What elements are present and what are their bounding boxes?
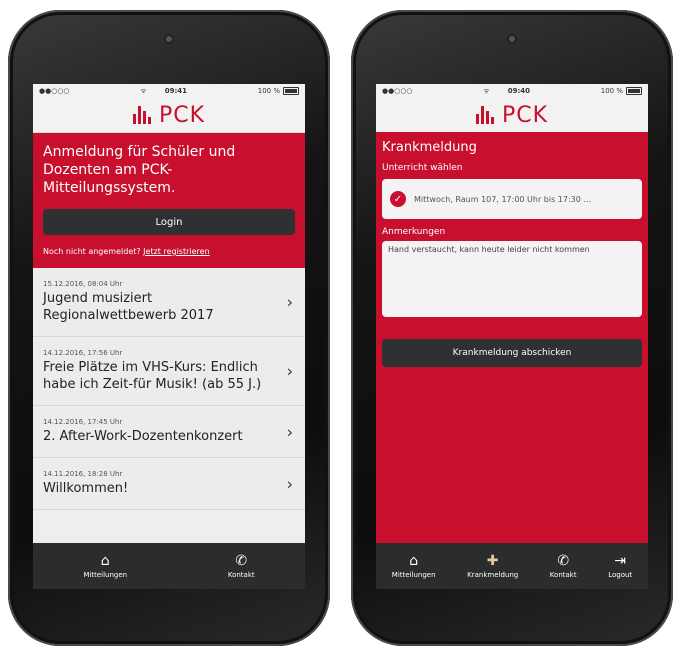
news-date: 14.12.2016, 17:45 Uhr [43,418,123,426]
login-panel: Anmeldung für Schüler und Dozenten am PC… [33,133,305,268]
chevron-right-icon: › [286,292,293,312]
speaker [166,36,172,42]
app-header: PCK [376,98,648,133]
home-icon: ⌂ [409,552,419,569]
lesson-label: Unterricht wählen [382,163,463,173]
tab-bar: ⌂ Mitteilungen ✚ Krankmeldung ✆ Kontakt … [376,543,648,589]
list-item[interactable]: 14.11.2016, 18:28 Uhr Willkommen! › [33,458,305,510]
clock: 09:40 [507,87,530,95]
chevron-right-icon: › [286,474,293,493]
list-item[interactable]: 15.12.2016, 08:04 Uhr Jugend musiziert R… [33,268,305,337]
submit-button[interactable]: Krankmeldung abschicken [382,339,642,367]
news-title: 2. After-Work-Dozentenkonzert [43,429,243,444]
home-icon: ⌂ [100,552,110,569]
tab-kontakt[interactable]: ✆ Kontakt [228,554,255,579]
tab-label: Kontakt [227,570,255,579]
news-title: Freie Plätze im VHS-Kurs: Endlich habe i… [43,360,262,392]
chevron-right-icon: › [286,361,293,381]
page-title: Krankmeldung [382,140,477,155]
medkit-icon: ✚ [486,552,499,569]
phone-right: ●●○○○ ᯤ 09:40 100 % PCK Krankmeldung Unt… [351,10,673,646]
logout-icon: ⇥ [614,552,627,569]
news-title: Jugend musiziert Regionalwettbewerb 2017 [43,291,214,323]
tab-label: Kontakt [549,570,577,579]
wifi-icon: ᯤ [140,86,147,95]
register-prompt: Noch nicht angemeldet? Jetzt registriere… [43,247,295,256]
tab-label: Mitteilungen [83,570,128,579]
news-date: 15.12.2016, 08:04 Uhr [43,280,123,288]
notes-field[interactable]: Hand verstaucht, kann heute leider nicht… [382,241,642,317]
battery-label: 100 % [257,87,280,95]
list-item[interactable]: 14.12.2016, 17:45 Uhr 2. After-Work-Doze… [33,406,305,458]
notes-label: Anmerkungen [382,227,446,237]
speaker [509,36,515,42]
lesson-value: Mittwoch, Raum 107, 17:00 Uhr bis 17:30 … [414,194,592,204]
signal-indicator: ●●○○○ [382,87,413,95]
register-prefix: Noch nicht angemeldet? [43,247,141,256]
list-item[interactable]: 14.12.2016, 17:56 Uhr Freie Plätze im VH… [33,337,305,406]
brand-name: PCK [158,102,206,128]
status-bar: ●●○○○ ᯤ 09:41 100 % [33,84,305,98]
sick-note-form: Krankmeldung Unterricht wählen ✓ Mittwoc… [376,132,648,543]
lesson-select[interactable]: ✓ Mittwoch, Raum 107, 17:00 Uhr bis 17:3… [382,179,642,219]
register-link[interactable]: Jetzt registrieren [143,247,209,256]
tab-label: Logout [608,570,633,579]
app-header: PCK [33,98,305,133]
login-headline: Anmeldung für Schüler und Dozenten am PC… [43,144,236,196]
battery-label: 100 % [600,87,623,95]
news-list: 15.12.2016, 08:04 Uhr Jugend musiziert R… [33,268,305,510]
brand-name: PCK [501,102,549,128]
clock: 09:41 [164,87,187,95]
pck-logo-icon [475,106,494,124]
tab-mitteilungen[interactable]: ⌂ Mitteilungen [83,554,127,579]
phone-icon: ✆ [557,552,570,569]
status-bar: ●●○○○ ᯤ 09:40 100 % [376,84,648,98]
news-title: Willkommen! [43,481,129,496]
news-date: 14.11.2016, 18:28 Uhr [43,470,123,478]
check-icon: ✓ [390,191,406,207]
battery-icon [283,87,299,95]
tab-bar: ⌂ Mitteilungen ✆ Kontakt [33,543,305,589]
tab-label: Mitteilungen [391,570,436,579]
screen-left: ●●○○○ ᯤ 09:41 100 % PCK Anmeldung für Sc… [33,84,305,589]
signal-indicator: ●●○○○ [39,87,70,95]
tab-krankmeldung[interactable]: ✚ Krankmeldung [467,554,518,579]
chevron-right-icon: › [286,422,293,441]
news-date: 14.12.2016, 17:56 Uhr [43,349,123,357]
login-button[interactable]: Login [43,209,295,235]
pck-logo-icon [132,106,151,124]
wifi-icon: ᯤ [483,86,490,95]
battery-icon [626,87,642,95]
tab-logout[interactable]: ⇥ Logout [608,554,632,579]
phone-left: ●●○○○ ᯤ 09:41 100 % PCK Anmeldung für Sc… [8,10,330,646]
screen-right: ●●○○○ ᯤ 09:40 100 % PCK Krankmeldung Unt… [376,84,648,589]
tab-mitteilungen[interactable]: ⌂ Mitteilungen [392,554,436,579]
phone-icon: ✆ [235,552,248,569]
tab-kontakt[interactable]: ✆ Kontakt [550,554,577,579]
tab-label: Krankmeldung [467,570,519,579]
